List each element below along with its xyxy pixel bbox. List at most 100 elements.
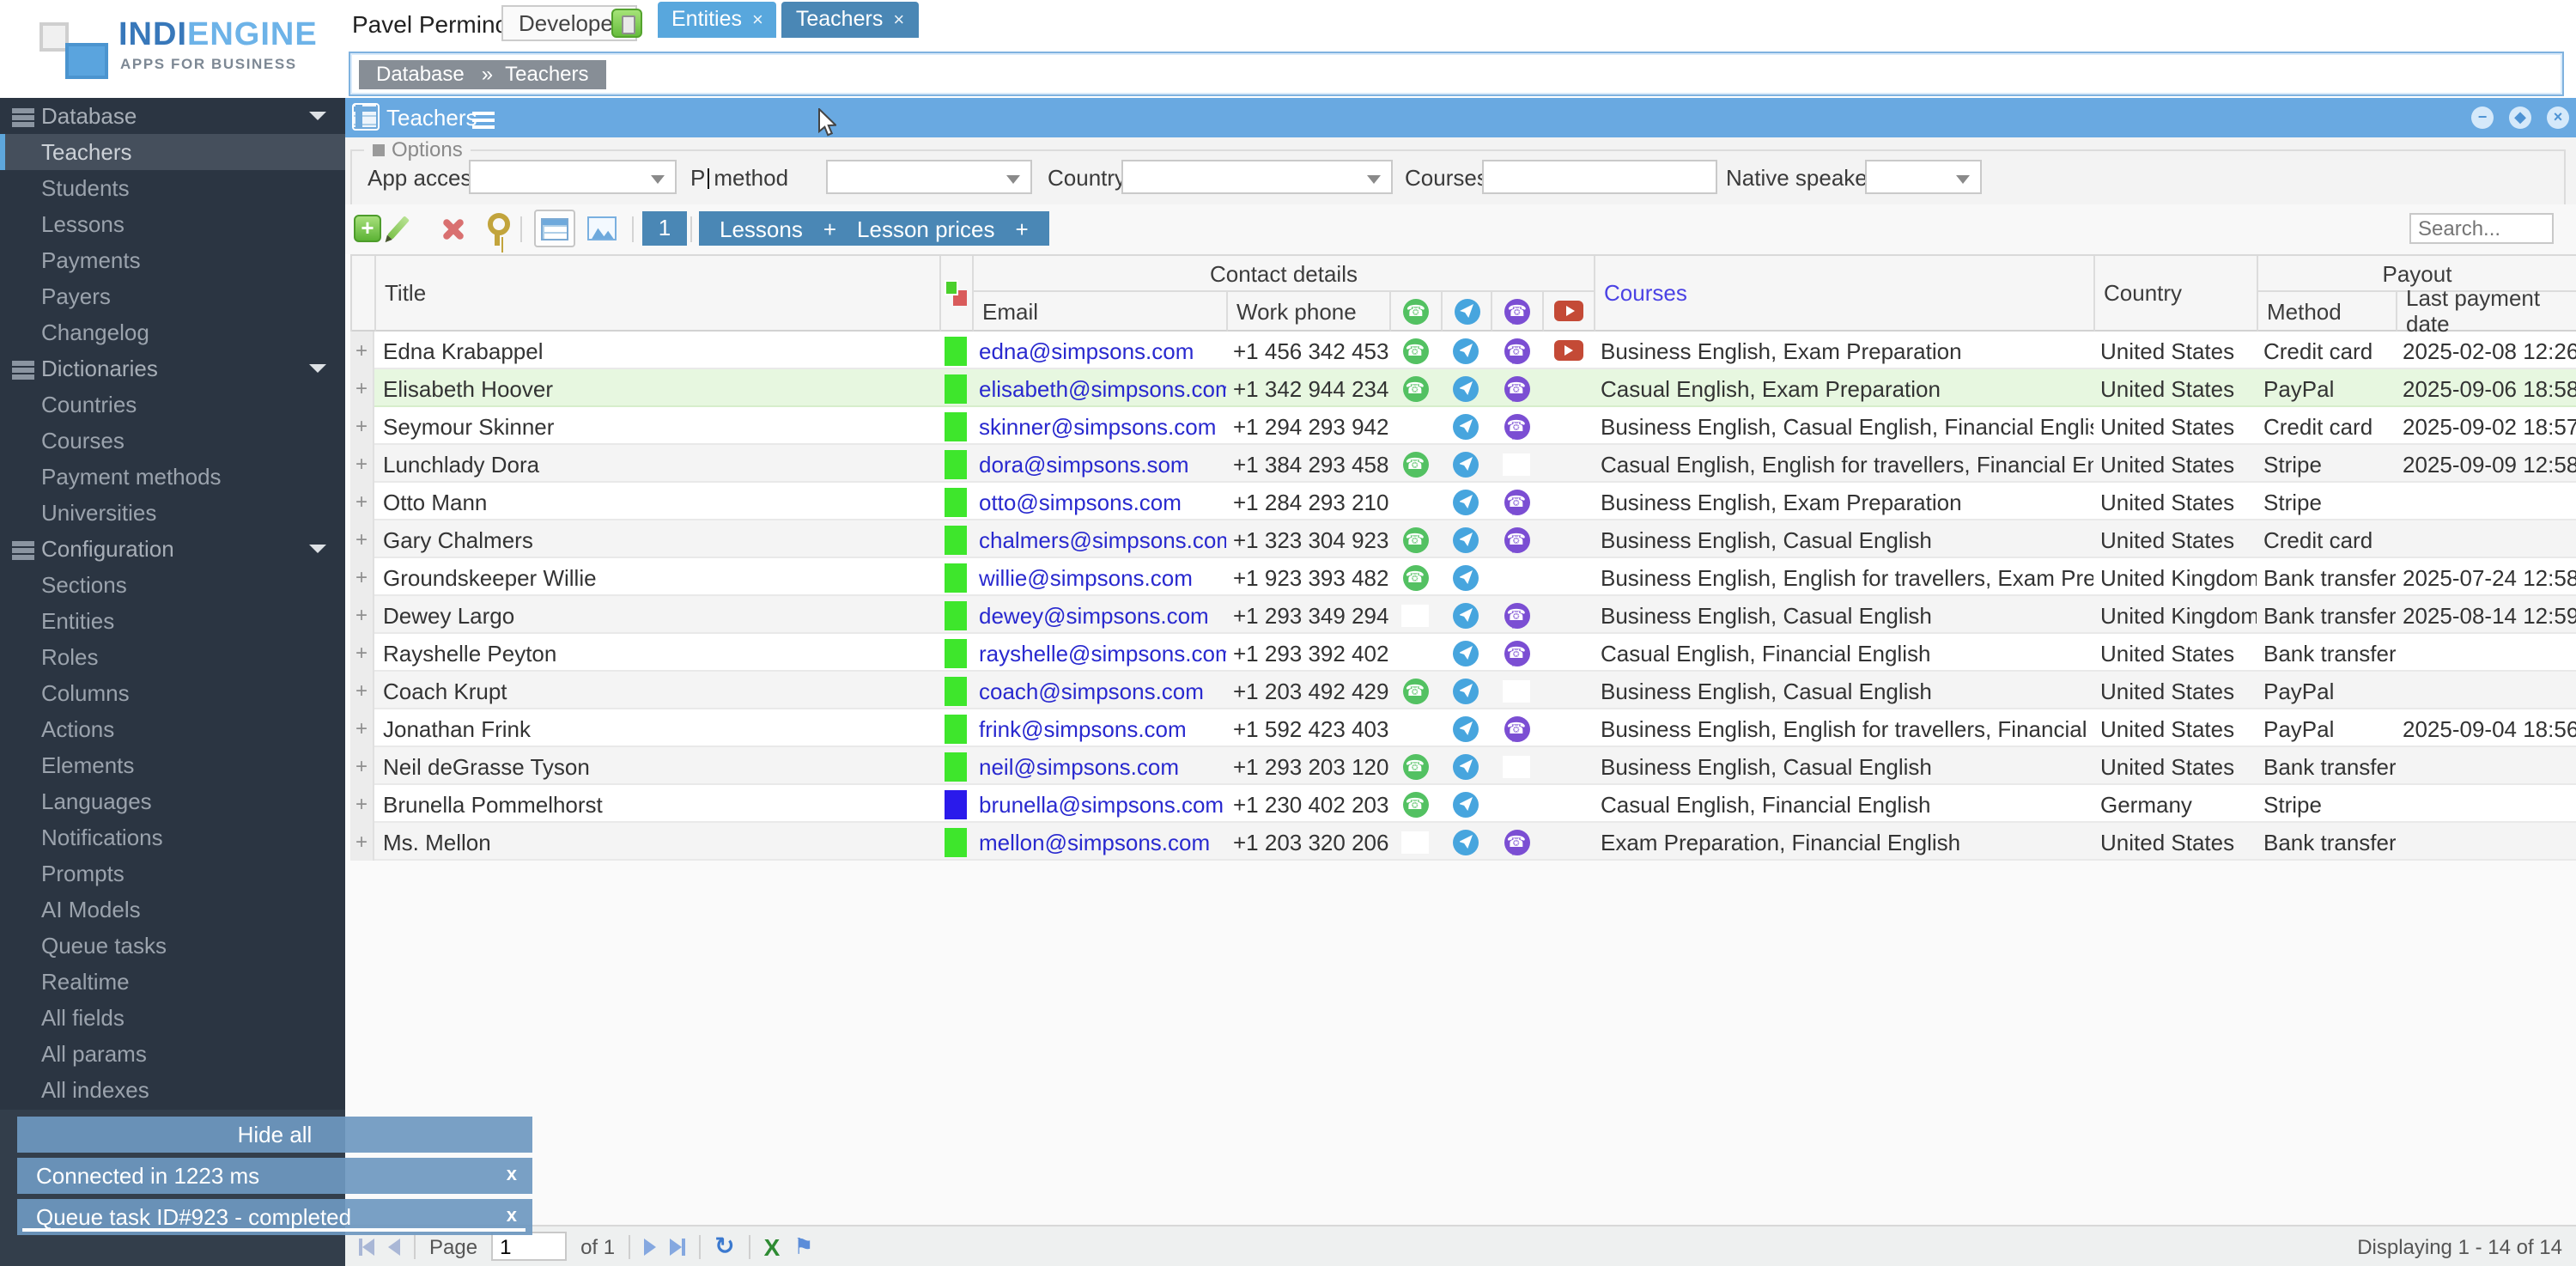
table-row[interactable]: +Lunchlady Doradora@simpsons.som+1 384 2…	[350, 445, 2576, 483]
header-youtube[interactable]	[1544, 292, 1595, 332]
table-row[interactable]: +Rayshelle Peytonrayshelle@simpsons.com+…	[350, 634, 2576, 672]
app-access-select[interactable]	[469, 160, 677, 194]
header-viber[interactable]: ☎	[1492, 292, 1544, 332]
row-expand-button[interactable]: +	[350, 445, 374, 483]
whatsapp-icon[interactable]: ☎	[1402, 753, 1428, 779]
sidebar-item-configuration[interactable]: Configuration	[0, 531, 345, 567]
header-method[interactable]: Method	[2258, 292, 2397, 332]
add-button[interactable]	[354, 215, 381, 242]
related-lessons-button[interactable]: Lessons	[720, 216, 803, 241]
sidebar-item-dictionaries[interactable]: Dictionaries	[0, 350, 345, 386]
country-select[interactable]	[1121, 160, 1393, 194]
edit-pencil-icon[interactable]	[387, 216, 410, 240]
cell-email[interactable]: mellon@simpsons.com	[972, 823, 1226, 861]
flag-icon[interactable]: ⚑	[793, 1233, 813, 1260]
row-expand-button[interactable]: +	[350, 785, 374, 823]
cell-email[interactable]: skinner@simpsons.com	[972, 407, 1226, 445]
sidebar-item-changelog[interactable]: Changelog	[0, 314, 345, 350]
close-icon[interactable]: x	[507, 1158, 517, 1194]
cell-email[interactable]: brunella@simpsons.com	[972, 785, 1226, 823]
cell-email[interactable]: coach@simpsons.com	[972, 672, 1226, 709]
telegram-icon[interactable]	[1453, 640, 1479, 666]
viber-icon[interactable]: ☎	[1504, 489, 1529, 514]
window-titlebar[interactable]: Teachers − ◆ ×	[345, 98, 2576, 137]
table-row[interactable]: +Seymour Skinnerskinner@simpsons.com+1 2…	[350, 407, 2576, 445]
row-expand-button[interactable]: +	[350, 823, 374, 861]
minimize-button[interactable]: −	[2471, 107, 2494, 129]
role-apply-icon[interactable]	[611, 9, 642, 38]
table-row[interactable]: +Groundskeeper Williewillie@simpsons.com…	[350, 558, 2576, 596]
courses-input[interactable]	[1482, 160, 1717, 194]
header-telegram[interactable]	[1443, 292, 1492, 332]
table-row[interactable]: +Brunella Pommelhorstbrunella@simpsons.c…	[350, 785, 2576, 823]
cell-email[interactable]: edna@simpsons.com	[972, 332, 1226, 369]
refresh-icon[interactable]: ↻	[714, 1232, 734, 1261]
sidebar-item-payments[interactable]: Payments	[0, 242, 345, 278]
delete-x-icon[interactable]	[440, 216, 465, 242]
sidebar-item-prompts[interactable]: Prompts	[0, 855, 345, 892]
sidebar-item-languages[interactable]: Languages	[0, 783, 345, 819]
telegram-icon[interactable]	[1453, 338, 1479, 363]
telegram-icon[interactable]	[1453, 829, 1479, 855]
viber-icon[interactable]: ☎	[1504, 640, 1529, 666]
sidebar-item-universities[interactable]: Universities	[0, 495, 345, 531]
close-button[interactable]: ×	[2547, 107, 2569, 129]
telegram-icon[interactable]	[1453, 526, 1479, 552]
row-expand-button[interactable]: +	[350, 369, 374, 407]
sidebar-item-all-indexes[interactable]: All indexes	[0, 1072, 345, 1108]
window-menu-icon[interactable]	[472, 112, 495, 115]
add-lessons-icon[interactable]: +	[823, 216, 836, 241]
telegram-icon[interactable]	[1453, 375, 1479, 401]
telegram-icon[interactable]	[1453, 715, 1479, 741]
whatsapp-icon[interactable]: ☎	[1402, 338, 1428, 363]
first-page-button[interactable]	[359, 1238, 374, 1255]
telegram-icon[interactable]	[1453, 489, 1479, 514]
table-row[interactable]: +Otto Mannotto@simpsons.com+1 284 293 21…	[350, 483, 2576, 520]
row-expand-button[interactable]: +	[350, 332, 374, 369]
whatsapp-icon[interactable]: ☎	[1402, 791, 1428, 817]
table-row[interactable]: +Neil deGrasse Tysonneil@simpsons.com+1 …	[350, 747, 2576, 785]
table-row[interactable]: +Gary Chalmerschalmers@simpsons.com+1 32…	[350, 520, 2576, 558]
row-expand-button[interactable]: +	[350, 709, 374, 747]
p-method-select[interactable]	[826, 160, 1032, 194]
prev-page-button[interactable]	[388, 1238, 400, 1255]
cell-email[interactable]: rayshelle@simpsons.com	[972, 634, 1226, 672]
table-view-button[interactable]	[534, 210, 575, 247]
whatsapp-icon[interactable]: ☎	[1402, 375, 1428, 401]
viber-icon[interactable]: ☎	[1504, 338, 1529, 363]
header-title[interactable]: Title	[376, 256, 941, 332]
sidebar-item-roles[interactable]: Roles	[0, 639, 345, 675]
tab-close-icon[interactable]: ×	[752, 10, 763, 31]
viber-icon[interactable]: ☎	[1504, 375, 1529, 401]
next-page-button[interactable]	[644, 1238, 656, 1255]
row-expand-button[interactable]: +	[350, 672, 374, 709]
tab-teachers[interactable]: Teachers×	[782, 2, 918, 38]
sidebar-item-sections[interactable]: Sections	[0, 567, 345, 603]
sidebar-item-lessons[interactable]: Lessons	[0, 206, 345, 242]
sidebar-item-courses[interactable]: Courses	[0, 423, 345, 459]
telegram-icon[interactable]	[1453, 753, 1479, 779]
youtube-icon[interactable]	[1553, 340, 1583, 361]
image-view-icon[interactable]	[587, 216, 617, 240]
sidebar-item-payers[interactable]: Payers	[0, 278, 345, 314]
whatsapp-icon[interactable]: ☎	[1402, 564, 1428, 590]
telegram-icon[interactable]	[1453, 564, 1479, 590]
breadcrumb[interactable]: Database»Teachers	[359, 60, 606, 89]
row-expand-button[interactable]: +	[350, 483, 374, 520]
row-expand-button[interactable]: +	[350, 634, 374, 672]
cell-email[interactable]: willie@simpsons.com	[972, 558, 1226, 596]
sidebar-item-countries[interactable]: Countries	[0, 386, 345, 423]
telegram-icon[interactable]	[1453, 413, 1479, 439]
breadcrumb-root[interactable]: Database	[376, 62, 465, 86]
cell-email[interactable]: frink@simpsons.com	[972, 709, 1226, 747]
table-row[interactable]: +Ms. Mellonmellon@simpsons.com+1 203 320…	[350, 823, 2576, 861]
telegram-icon[interactable]	[1453, 678, 1479, 703]
header-email[interactable]: Email	[974, 292, 1228, 332]
notification-bar[interactable]: Connected in 1223 msx	[17, 1158, 532, 1194]
cell-email[interactable]: otto@simpsons.com	[972, 483, 1226, 520]
sidebar-item-all-fields[interactable]: All fields	[0, 1000, 345, 1036]
row-expand-button[interactable]: +	[350, 747, 374, 785]
chevron-down-icon[interactable]	[309, 545, 326, 553]
viber-icon[interactable]: ☎	[1504, 829, 1529, 855]
cell-email[interactable]: dewey@simpsons.com	[972, 596, 1226, 634]
